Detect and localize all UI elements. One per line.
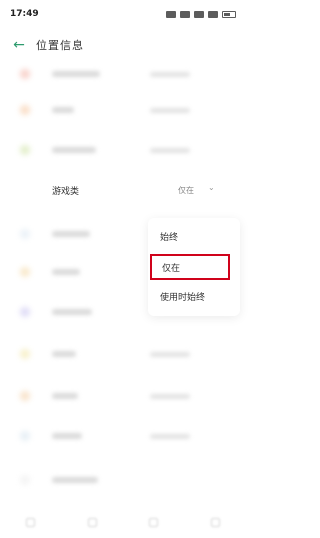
- status-time: 17:49: [10, 9, 39, 19]
- data-icon: [180, 10, 190, 18]
- arrow-left-icon: ←: [13, 37, 25, 53]
- nav-icon[interactable]: [210, 517, 220, 527]
- list-item[interactable]: [0, 132, 246, 168]
- app-value-blurred: [150, 393, 190, 399]
- app-value-blurred: [150, 147, 190, 153]
- list-item[interactable]: [0, 462, 246, 498]
- app-name-blurred: [52, 393, 78, 399]
- menu-item-always[interactable]: 始终: [160, 230, 178, 243]
- app-value-blurred: [150, 107, 190, 113]
- app-value-blurred: [150, 351, 190, 357]
- app-icon: [20, 229, 30, 239]
- back-button[interactable]: ←: [8, 34, 30, 56]
- app-icon: [20, 431, 30, 441]
- list-item[interactable]: [0, 56, 246, 92]
- app-name-blurred: [52, 231, 90, 237]
- app-icon: [20, 307, 30, 317]
- app-icon: [20, 145, 30, 155]
- app-name-blurred: [52, 477, 98, 483]
- permission-menu: 始终 仅在 使用时始终: [148, 218, 240, 316]
- app-name-blurred: [52, 269, 80, 275]
- app-value-blurred: [150, 71, 190, 77]
- app-name-blurred: [52, 433, 82, 439]
- signal-icon: [166, 10, 176, 18]
- app-value-blurred: [150, 433, 190, 439]
- nav-icon[interactable]: [87, 517, 97, 527]
- battery-icon: [222, 10, 236, 18]
- chevron-down-icon: ⌄: [208, 183, 215, 192]
- app-name-blurred: [52, 351, 76, 357]
- list-item[interactable]: [0, 92, 246, 128]
- signal-icon: [208, 10, 218, 18]
- list-item-game[interactable]: 游戏类 仅在 ⌄: [0, 180, 246, 202]
- app-icon: [20, 391, 30, 401]
- status-icons: [166, 10, 236, 18]
- wifi-icon: [194, 10, 204, 18]
- app-name-blurred: [52, 71, 100, 77]
- list-item[interactable]: [0, 378, 246, 414]
- app-icon: [20, 267, 30, 277]
- menu-item-only-while[interactable]: 仅在: [150, 254, 230, 280]
- app-icon: [20, 69, 30, 79]
- game-permission-value: 仅在: [178, 186, 194, 195]
- bottom-nav: [0, 512, 246, 532]
- game-label: 游戏类: [52, 187, 80, 197]
- page-title: 位置信息: [36, 39, 84, 52]
- menu-item-label: 仅在: [162, 263, 181, 274]
- header: ← 位置信息: [0, 34, 246, 56]
- list-item[interactable]: [0, 418, 246, 454]
- list-item[interactable]: [0, 336, 246, 372]
- status-bar: 17:49: [0, 0, 246, 28]
- menu-item-always-while-using[interactable]: 使用时始终: [160, 290, 205, 303]
- app-name-blurred: [52, 107, 74, 113]
- app-icon: [20, 475, 30, 485]
- app-name-blurred: [52, 309, 92, 315]
- nav-icon[interactable]: [26, 517, 36, 527]
- app-icon: [20, 105, 30, 115]
- nav-icon[interactable]: [149, 517, 159, 527]
- app-icon: [20, 349, 30, 359]
- app-name-blurred: [52, 147, 96, 153]
